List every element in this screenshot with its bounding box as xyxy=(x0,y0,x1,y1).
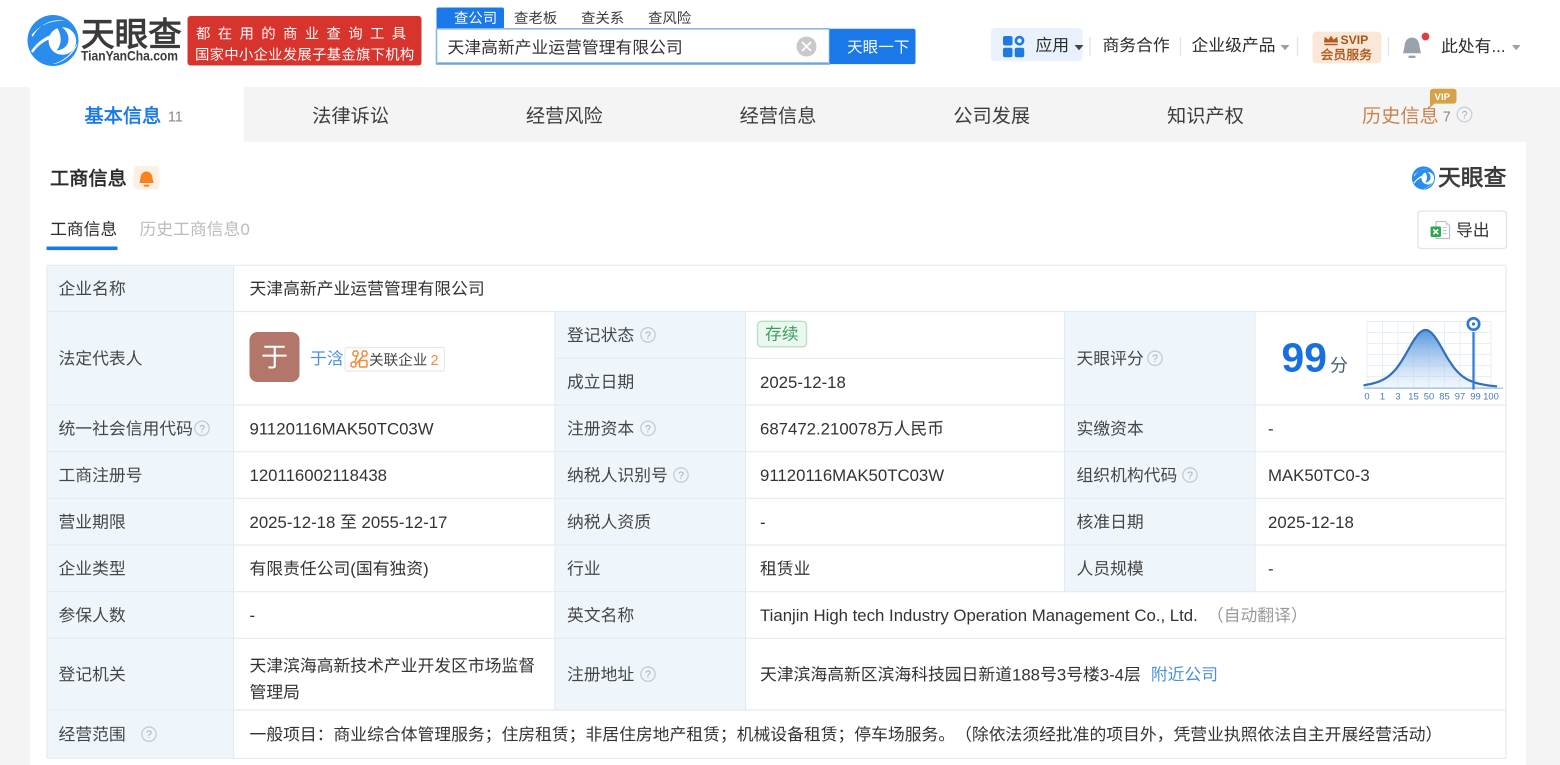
svg-text:?: ? xyxy=(1187,470,1193,482)
svg-text:3-4: 3-4 xyxy=(1100,665,1124,684)
svg-text:2025-12-18: 2025-12-18 xyxy=(1268,513,1354,532)
svg-text:-: - xyxy=(1268,419,1274,438)
svg-text:2025-12-18: 2025-12-18 xyxy=(250,513,341,532)
svg-text:-: - xyxy=(760,513,766,532)
svg-text:50: 50 xyxy=(1424,391,1434,402)
svg-text:0: 0 xyxy=(241,220,250,239)
svg-text:11: 11 xyxy=(168,110,183,126)
svg-text:?: ? xyxy=(146,729,152,741)
svg-text:?: ? xyxy=(678,470,684,482)
svg-text:15: 15 xyxy=(1408,391,1418,402)
svg-text:-: - xyxy=(1268,559,1274,578)
svg-text:Tianjin High tech Industry Ope: Tianjin High tech Industry Operation Man… xyxy=(760,606,1198,625)
svg-text:188: 188 xyxy=(1012,665,1040,684)
svg-text:97: 97 xyxy=(1455,391,1465,402)
svg-text:?: ? xyxy=(199,423,205,435)
svg-text:3: 3 xyxy=(1395,391,1400,402)
svg-text:7: 7 xyxy=(1443,110,1451,126)
svg-text:(: ( xyxy=(350,559,356,578)
svg-text:85: 85 xyxy=(1439,391,1449,402)
svg-text:...: ... xyxy=(1492,37,1506,56)
svg-text:91120116MAK50TC03W: 91120116MAK50TC03W xyxy=(250,419,434,438)
svg-text:2: 2 xyxy=(431,353,439,369)
svg-text:687472.210078: 687472.210078 xyxy=(760,419,877,438)
svg-text:0: 0 xyxy=(1364,391,1369,402)
svg-text:VIP: VIP xyxy=(1435,92,1451,103)
svg-text:?: ? xyxy=(645,423,651,435)
svg-text:99: 99 xyxy=(1470,391,1480,402)
svg-text:120116002118438: 120116002118438 xyxy=(250,466,388,485)
svg-text:): ) xyxy=(423,559,429,578)
svg-text:MAK50TC0-3: MAK50TC0-3 xyxy=(1268,466,1370,485)
svg-text:100: 100 xyxy=(1483,391,1499,402)
svg-text:91120116MAK50TC03W: 91120116MAK50TC03W xyxy=(760,466,944,485)
svg-text:?: ? xyxy=(1461,110,1467,122)
svg-text:-: - xyxy=(250,606,256,625)
svg-text:?: ? xyxy=(645,330,651,342)
svg-text:99: 99 xyxy=(1282,335,1327,381)
svg-text:2025-12-18: 2025-12-18 xyxy=(760,373,846,392)
svg-text:TianYanCha.com: TianYanCha.com xyxy=(81,49,178,65)
svg-text:?: ? xyxy=(645,669,651,681)
svg-text:SVIP: SVIP xyxy=(1341,33,1369,47)
svg-text:3: 3 xyxy=(1057,665,1066,684)
svg-text:1: 1 xyxy=(1380,391,1385,402)
svg-text:2055-12-17: 2055-12-17 xyxy=(357,513,448,532)
svg-text:?: ? xyxy=(1152,353,1158,365)
